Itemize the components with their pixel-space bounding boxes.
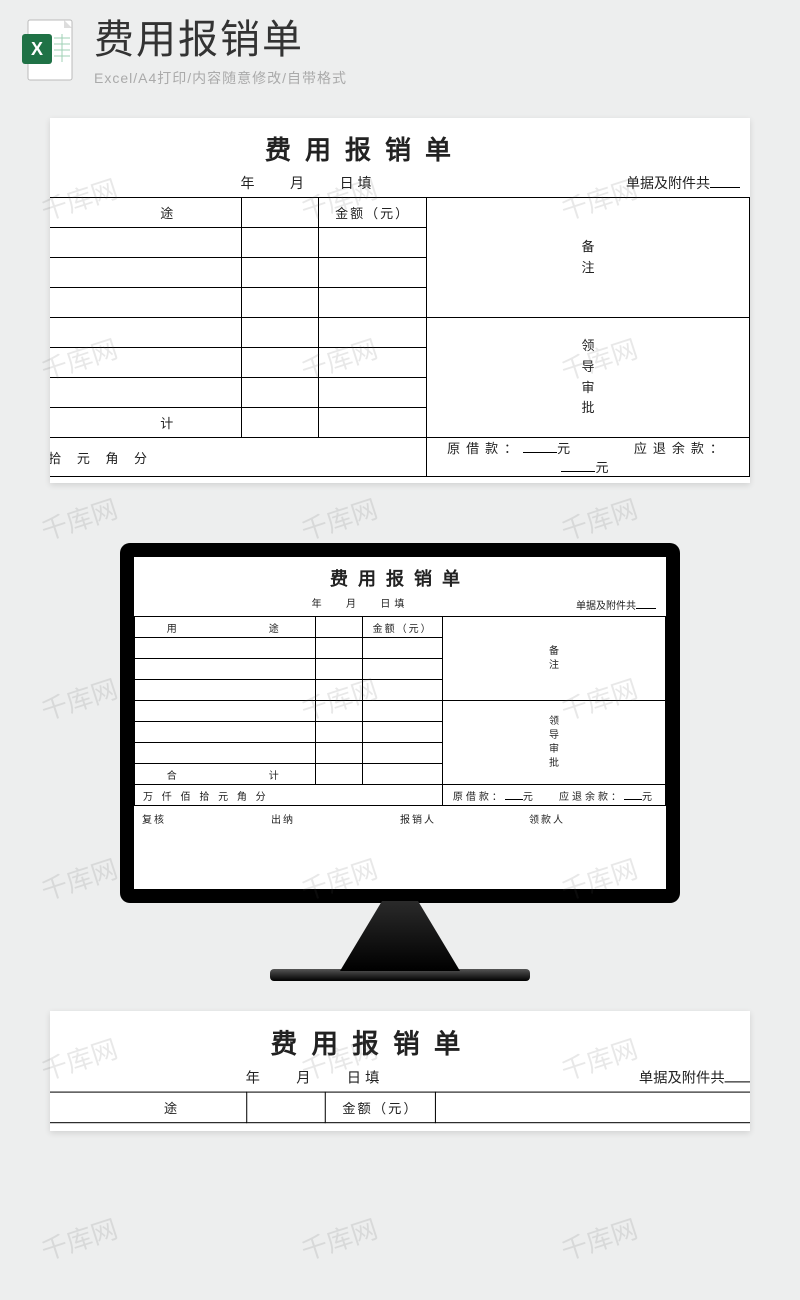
expense-form: 费用报销单 年 月 日填 单据及附件共 用 途 金额（元） 备 注 bbox=[50, 118, 750, 483]
col-amount-b: 金额（元） bbox=[342, 1101, 419, 1116]
attach-blank-b bbox=[725, 1068, 750, 1082]
date-day-label: 日填 bbox=[340, 175, 376, 191]
attach-b: 单据及附件共 bbox=[639, 1069, 725, 1085]
side-remark-s: 备 注 bbox=[549, 646, 559, 671]
sign-review-s: 复核 bbox=[142, 811, 271, 826]
col-amount: 金额（元） bbox=[335, 206, 410, 221]
cn-units: 仟 佰 拾 元 角 分 bbox=[50, 451, 153, 466]
watermark-text: 千库网 bbox=[36, 1209, 122, 1268]
table-row: 领 导 审 批 bbox=[50, 318, 750, 348]
date-month-s: 月 bbox=[346, 599, 360, 610]
expense-table: 用 途 金额（元） 备 注 领 导 审 批 合 计 仟 佰 拾 元 角 分 bbox=[50, 197, 750, 477]
watermark-text: 千库网 bbox=[296, 1209, 382, 1268]
expense-form-bottom: 费用报销单 年 月 日填 单据及附件共 用 途 金额（元） bbox=[50, 1011, 750, 1123]
watermark-text: 千库网 bbox=[556, 489, 642, 548]
loan-prev-s: 原借款： bbox=[453, 792, 505, 803]
loan-prev-blank bbox=[523, 441, 557, 453]
monitor-bezel: 费用报销单 年 月 日填 单据及附件共 用 途 金额（元 bbox=[120, 543, 680, 903]
form-title-s: 费用报销单 bbox=[134, 557, 666, 593]
table-row: 领 导 审 批 bbox=[135, 701, 666, 722]
sign-reimburser-s: 报销人 bbox=[400, 811, 529, 826]
date-day-b: 日填 bbox=[347, 1069, 384, 1085]
unit-yuan-1: 元 bbox=[557, 441, 576, 456]
attach-blank-s bbox=[636, 595, 656, 609]
header-text: 费用报销单 Excel/A4打印/内容随意修改/自带格式 bbox=[94, 18, 347, 88]
page-subtitle: Excel/A4打印/内容随意修改/自带格式 bbox=[94, 68, 347, 88]
yuan-s2: 元 bbox=[642, 792, 655, 803]
attach-s: 单据及附件共 bbox=[576, 601, 636, 612]
col-purpose: 用 途 bbox=[50, 206, 209, 221]
monitor-screen: 费用报销单 年 月 日填 单据及附件共 用 途 金额（元 bbox=[134, 557, 666, 889]
total-label: 合 计 bbox=[50, 416, 209, 431]
date-month-b: 月 bbox=[296, 1069, 314, 1085]
loan-prev-blank-s bbox=[505, 788, 523, 800]
col-purpose-b: 用 途 bbox=[50, 1101, 214, 1116]
col-amount-s: 金额（元） bbox=[373, 624, 433, 635]
form-title: 费用报销单 bbox=[50, 118, 750, 171]
excel-file-icon: X bbox=[20, 18, 76, 82]
date-month-label: 月 bbox=[290, 175, 308, 191]
sign-cashier-s: 出纳 bbox=[271, 811, 400, 826]
watermark-text: 千库网 bbox=[296, 489, 382, 548]
form-title-b: 费用报销单 bbox=[50, 1011, 750, 1065]
side-remark: 备 注 bbox=[581, 239, 594, 275]
sign-payee-s: 领款人 bbox=[529, 811, 658, 826]
loan-refund-blank bbox=[561, 460, 595, 472]
signature-row: 复核 出纳 报销人 领款人 bbox=[50, 477, 750, 483]
page-title: 费用报销单 bbox=[94, 18, 347, 62]
date-year-label: 年 bbox=[240, 175, 258, 191]
svg-text:X: X bbox=[31, 39, 43, 59]
page-header: X 费用报销单 Excel/A4打印/内容随意修改/自带格式 bbox=[0, 0, 800, 98]
yuan-s1: 元 bbox=[523, 792, 536, 803]
loan-refund-label: 应退余款： bbox=[634, 441, 729, 456]
side-approve-s: 领 导 审 批 bbox=[549, 716, 559, 769]
attachment-label: 单据及附件共 bbox=[626, 175, 710, 191]
attachment-blank bbox=[710, 174, 740, 188]
template-preview-flat: 费用报销单 年 月 日填 单据及附件共 用 途 金额（元） 备 注 bbox=[50, 118, 750, 483]
form-dateline: 年 月 日填 单据及附件共 bbox=[50, 171, 750, 197]
col-purpose-s: 用 途 bbox=[167, 624, 303, 635]
date-year-s: 年 bbox=[312, 599, 326, 610]
loan-refund-s: 应退余款： bbox=[559, 792, 624, 803]
watermark-text: 千库网 bbox=[556, 1209, 642, 1268]
loan-refund-blank-s bbox=[624, 788, 642, 800]
cn-units-s: 万 仟 佰 拾 元 角 分 bbox=[143, 792, 269, 803]
expense-form-small: 费用报销单 年 月 日填 单据及附件共 用 途 金额（元 bbox=[134, 557, 666, 826]
monitor-stand bbox=[340, 901, 460, 971]
date-year-b: 年 bbox=[246, 1069, 264, 1085]
date-day-s: 日填 bbox=[380, 599, 408, 610]
template-preview-bottom: 费用报销单 年 月 日填 单据及附件共 用 途 金额（元） bbox=[50, 1011, 750, 1131]
total-s: 合 计 bbox=[167, 771, 303, 782]
cn-units-row: 仟 佰 拾 元 角 分 原借款： 元 应退余款： 元 bbox=[50, 438, 750, 477]
watermark-text: 千库网 bbox=[36, 489, 122, 548]
side-approve: 领 导 审 批 bbox=[581, 338, 594, 415]
template-preview-monitor: 费用报销单 年 月 日填 单据及附件共 用 途 金额（元 bbox=[50, 543, 750, 981]
unit-yuan-2: 元 bbox=[595, 460, 614, 475]
loan-prev-label: 原借款： bbox=[447, 441, 523, 456]
